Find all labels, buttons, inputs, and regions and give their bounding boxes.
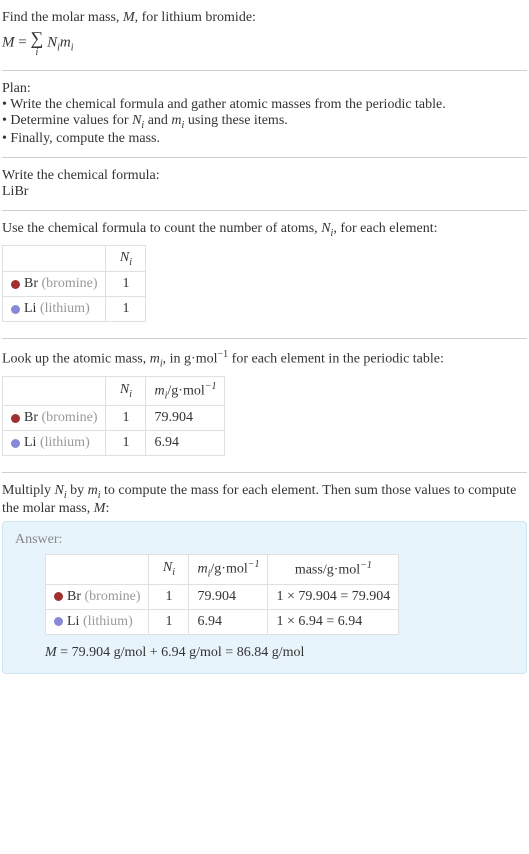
- count-table: Ni Br (bromine) 1 Li (lithium) 1: [2, 245, 146, 323]
- element-cell: Li (lithium): [3, 297, 106, 322]
- br-dot-icon: [54, 592, 63, 601]
- formula-heading: Write the chemical formula:: [2, 168, 527, 184]
- plan-section: Plan: • Write the chemical formula and g…: [2, 75, 527, 153]
- mass-equation: M = ∑i Nimi: [2, 28, 527, 58]
- n-value: 1: [149, 584, 189, 609]
- blank-header: [3, 245, 106, 272]
- li-dot-icon: [11, 439, 20, 448]
- eq-M: M: [2, 34, 15, 50]
- plan-bullet-3: • Finally, compute the mass.: [2, 131, 527, 147]
- intro-rest: , for lithium bromide:: [135, 10, 256, 25]
- element-cell: Br (bromine): [46, 584, 149, 609]
- blank-header: [46, 555, 149, 584]
- m-value: 79.904: [146, 406, 225, 431]
- table-header-row: Ni mi/g·mol−1 mass/g·mol−1: [46, 555, 399, 584]
- eq-N: N: [47, 34, 57, 50]
- answer-table: Ni mi/g·mol−1 mass/g·mol−1 Br (bromine) …: [45, 554, 399, 634]
- m-value: 6.94: [189, 609, 268, 634]
- multiply-text: Multiply Ni by mi to compute the mass fo…: [2, 483, 527, 517]
- mass-table: Ni mi/g·mol−1 Br (bromine) 1 79.904 Li (…: [2, 376, 225, 456]
- plan-bullet-1: • Write the chemical formula and gather …: [2, 97, 527, 113]
- intro-text: Find the molar mass,: [2, 10, 123, 25]
- final-result: M = 79.904 g/mol + 6.94 g/mol = 86.84 g/…: [45, 645, 514, 661]
- plan-bullet-2: • Determine values for Ni and mi using t…: [2, 113, 527, 131]
- table-row: Br (bromine) 1 79.904 1 × 79.904 = 79.90…: [46, 584, 399, 609]
- m-header: mi/g·mol−1: [146, 376, 225, 405]
- plan-heading: Plan:: [2, 81, 527, 97]
- element-cell: Br (bromine): [3, 272, 106, 297]
- eq-m: m: [60, 34, 71, 50]
- m-value: 6.94: [146, 431, 225, 456]
- count-section: Use the chemical formula to count the nu…: [2, 215, 527, 335]
- mass-header: mass/g·mol−1: [268, 555, 399, 584]
- m-header: mi/g·mol−1: [189, 555, 268, 584]
- mass-text: Look up the atomic mass, mi, in g·mol−1 …: [2, 349, 527, 369]
- multiply-section: Multiply Ni by mi to compute the mass fo…: [2, 477, 527, 679]
- count-text: Use the chemical formula to count the nu…: [2, 221, 527, 239]
- divider: [2, 210, 527, 211]
- eq-equals: =: [15, 34, 31, 50]
- formula-section: Write the chemical formula: LiBr: [2, 162, 527, 206]
- n-header: Ni: [106, 245, 146, 272]
- intro-line: Find the molar mass, M, for lithium brom…: [2, 10, 527, 26]
- divider: [2, 472, 527, 473]
- intro-section: Find the molar mass, M, for lithium brom…: [2, 4, 527, 66]
- table-header-row: Ni mi/g·mol−1: [3, 376, 225, 405]
- mass-calc: 1 × 6.94 = 6.94: [268, 609, 399, 634]
- m-value: 79.904: [189, 584, 268, 609]
- br-dot-icon: [11, 280, 20, 289]
- n-value: 1: [106, 297, 146, 322]
- chemical-formula: LiBr: [2, 184, 527, 200]
- n-header: Ni: [106, 376, 146, 405]
- answer-label: Answer:: [15, 532, 514, 548]
- li-dot-icon: [54, 617, 63, 626]
- li-dot-icon: [11, 305, 20, 314]
- element-cell: Br (bromine): [3, 406, 106, 431]
- table-row: Li (lithium) 1 6.94 1 × 6.94 = 6.94: [46, 609, 399, 634]
- n-header: Ni: [149, 555, 189, 584]
- element-cell: Li (lithium): [3, 431, 106, 456]
- divider: [2, 157, 527, 158]
- divider: [2, 338, 527, 339]
- element-cell: Li (lithium): [46, 609, 149, 634]
- intro-var-M: M: [123, 10, 135, 25]
- n-value: 1: [106, 406, 146, 431]
- answer-box: Answer: Ni mi/g·mol−1 mass/g·mol−1 Br (b…: [2, 521, 527, 673]
- table-row: Li (lithium) 1 6.94: [3, 431, 225, 456]
- n-value: 1: [106, 431, 146, 456]
- sum-symbol: ∑i: [30, 28, 43, 58]
- br-dot-icon: [11, 414, 20, 423]
- eq-m-sub: i: [71, 42, 74, 53]
- table-row: Br (bromine) 1: [3, 272, 146, 297]
- table-row: Br (bromine) 1 79.904: [3, 406, 225, 431]
- divider: [2, 70, 527, 71]
- mass-calc: 1 × 79.904 = 79.904: [268, 584, 399, 609]
- n-value: 1: [106, 272, 146, 297]
- table-header-row: Ni: [3, 245, 146, 272]
- atomic-mass-section: Look up the atomic mass, mi, in g·mol−1 …: [2, 343, 527, 468]
- n-value: 1: [149, 609, 189, 634]
- blank-header: [3, 376, 106, 405]
- table-row: Li (lithium) 1: [3, 297, 146, 322]
